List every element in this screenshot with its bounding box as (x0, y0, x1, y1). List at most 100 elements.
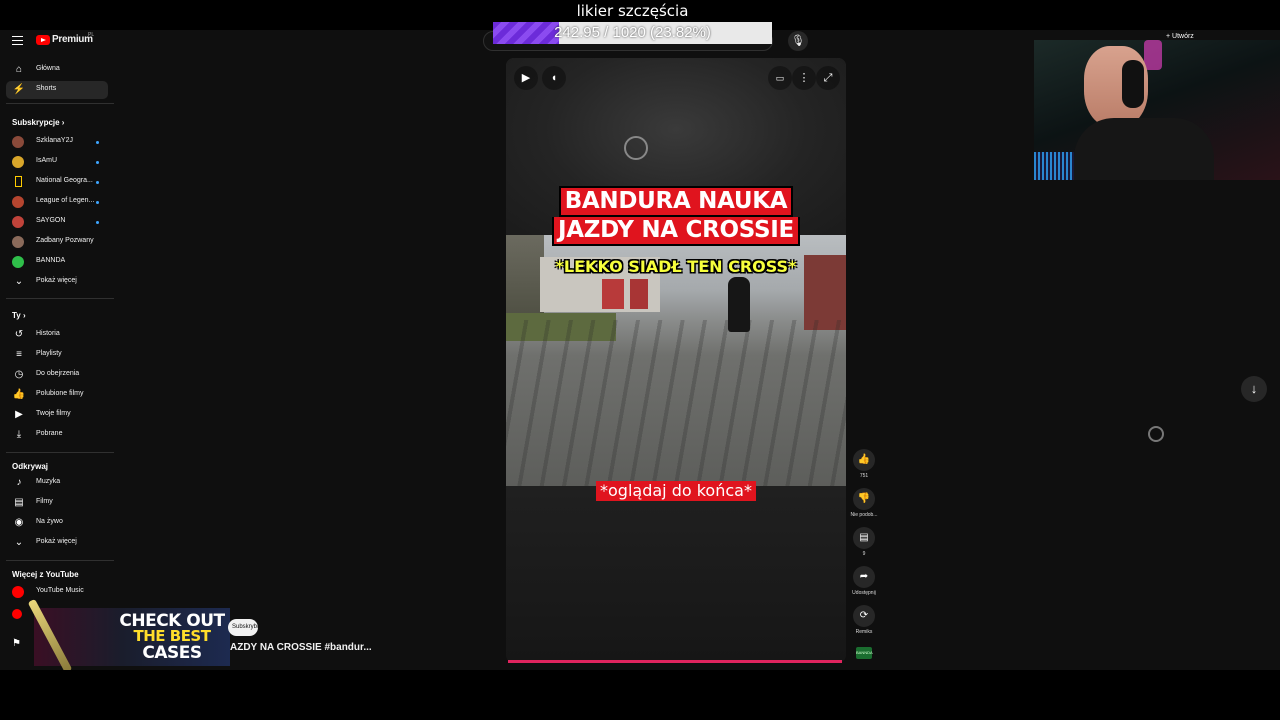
sidebar-item-label: Główna (36, 65, 60, 72)
headset (1122, 60, 1144, 108)
volume-icon[interactable]: ◖ (542, 66, 566, 90)
sidebar-item[interactable]: YouTube Music (6, 583, 108, 601)
dislike-button[interactable]: 👎 Nie podob... (848, 488, 880, 518)
rgb-light (1144, 40, 1162, 70)
channel-name: Zadbany Pozwany (36, 237, 94, 244)
sidebar-item-label: Do obejrzenia (36, 370, 80, 377)
sidebar: ⌂ Główna ⚡ Shorts Subskrypcje › SzklanaY… (0, 52, 116, 670)
report-flag-icon[interactable]: ⚑ (12, 638, 21, 649)
comment-icon: ▤ (853, 527, 875, 549)
bottom-letterbox (0, 670, 1280, 720)
you-heading[interactable]: Ty › (12, 311, 26, 320)
sidebar-subscription[interactable]: BANNDA (6, 253, 108, 271)
caption-yellow: *LEKKO SIADŁ TEN CROSS* (555, 257, 797, 276)
share-label: Udostępnij (852, 590, 876, 596)
goal-progress-bar: 242.95 / 1020 (23.82%) (493, 22, 772, 44)
comments-button[interactable]: ▤ 9 (848, 527, 880, 557)
channel-avatar (12, 236, 24, 248)
youtube-kids-icon[interactable] (12, 609, 22, 619)
new-content-dot (96, 181, 99, 184)
motorcycle-rider (728, 277, 750, 332)
caption-line-1: BANDURA NAUKA (558, 186, 794, 217)
sidebar-item-label: YouTube Music (36, 587, 84, 594)
sidebar-item-label: Pokaż więcej (36, 538, 77, 545)
sidebar-item[interactable]: ⚡ Shorts (6, 81, 108, 99)
more-options-icon[interactable]: ⋮ (792, 66, 816, 90)
sidebar-item[interactable]: ⌄ Pokaż więcej (6, 273, 108, 291)
create-button[interactable]: + Utwórz (1166, 33, 1194, 40)
subscribe-button[interactable]: Subskrybuj (228, 619, 258, 636)
sidebar-item[interactable]: ▶ Twoje filmy (6, 406, 108, 424)
downloads-icon: ⤓ (16, 429, 22, 440)
sidebar-item[interactable]: ◉ Na żywo (6, 514, 108, 532)
streamer-body (1074, 118, 1214, 180)
channel-name: SzklanaY2J (36, 137, 73, 144)
channel-avatar (12, 196, 24, 208)
sidebar-subscription[interactable]: SAYGON (6, 213, 108, 231)
remix-icon: ⟳ (853, 605, 875, 627)
loading-spinner-icon (1148, 426, 1164, 442)
sidebar-item[interactable]: ⌂ Główna (6, 61, 108, 79)
sidebar-subscription[interactable]: National Geogra... (6, 173, 108, 191)
caption-bottom: *oglądaj do końca* (596, 481, 756, 501)
goal-title: likier szczęścia (576, 2, 689, 20)
video-title[interactable]: AZDY NA CROSSIE #bandur... (230, 642, 372, 653)
sidebar-subscription[interactable]: League of Legen... (6, 193, 108, 211)
channel-avatar (12, 256, 24, 268)
sidebar-item-label: Shorts (36, 85, 57, 92)
subscriptions-heading[interactable]: Subskrypcje › (12, 118, 64, 127)
voice-search-button[interactable]: 🎙 (788, 31, 808, 51)
sidebar-subscription[interactable]: SzklanaY2J (6, 133, 108, 151)
sidebar-item[interactable]: ▤ Filmy (6, 494, 108, 512)
sidebar-item[interactable]: 👍 Polubione filmy (6, 386, 108, 404)
garage-door (602, 279, 624, 309)
menu-icon[interactable] (12, 36, 23, 45)
sidebar-subscription[interactable]: IsAmU (6, 153, 108, 171)
music-icon: ♪ (16, 477, 22, 488)
caption-title: BANDURA NAUKA JAZDY NA CROSSIE (506, 186, 846, 246)
channel-name: SAYGON (36, 217, 66, 224)
screen: Premium PL 🎙 + Utwórz likier szczęścia 2… (0, 0, 1280, 720)
watch-later-icon: ◷ (14, 369, 24, 380)
sidebar-item-label: Historia (36, 330, 60, 337)
sidebar-item[interactable]: ⌄ Pokaż więcej (6, 534, 108, 552)
divider (6, 103, 114, 104)
youtube-logo-icon[interactable] (36, 35, 50, 45)
captions-icon[interactable]: ▭ (768, 66, 792, 90)
history-icon: ↺ (14, 329, 24, 340)
movies-icon: ▤ (14, 497, 24, 508)
next-video-arrow-icon[interactable]: ↓ (1241, 376, 1267, 402)
sidebar-item-label: Polubione filmy (36, 390, 84, 397)
like-button[interactable]: 👍 751 (848, 449, 880, 479)
natgeo-logo-icon (15, 176, 22, 187)
video-progress-bar[interactable] (508, 660, 842, 663)
road-tracks (506, 320, 846, 486)
caption-bottom-box: *oglądaj do końca* (506, 481, 846, 501)
promo-line-3: CASES (142, 643, 202, 663)
sidebar-subscription[interactable]: Zadbany Pozwany (6, 233, 108, 251)
thumbs-up-icon: 👍 (853, 449, 875, 471)
sidebar-item-label: Playlisty (36, 350, 62, 357)
share-icon: ➦ (853, 566, 875, 588)
fullscreen-icon[interactable]: ⤢ (816, 66, 840, 90)
share-button[interactable]: ➦ Udostępnij (848, 566, 880, 596)
sidebar-item[interactable]: ♪ Muzyka (6, 474, 108, 492)
keyboard (1034, 152, 1074, 180)
new-content-dot (96, 161, 99, 164)
logo-text[interactable]: Premium (52, 34, 93, 45)
divider (6, 560, 114, 561)
streamer-webcam (1034, 40, 1280, 180)
sidebar-item[interactable]: ≡ Playlisty (6, 346, 108, 364)
short-video-player[interactable]: ▶ ◖ ▭ ⋮ ⤢ BANDURA NAUKA JAZDY NA CROSSIE… (506, 58, 846, 663)
new-content-dot (96, 201, 99, 204)
sidebar-item[interactable]: ↺ Historia (6, 326, 108, 344)
sidebar-item[interactable]: ◷ Do obejrzenia (6, 366, 108, 384)
channel-avatar (12, 156, 24, 168)
home-icon: ⌂ (15, 64, 23, 75)
remix-button[interactable]: ⟳ Remiks (848, 605, 880, 635)
dislike-label: Nie podob... (850, 512, 878, 518)
sidebar-item[interactable]: ⤓ Pobrane (6, 426, 108, 444)
sound-thumbnail[interactable]: BANNDA (856, 647, 873, 659)
remix-label: Remiks (855, 629, 873, 635)
play-icon[interactable]: ▶ (514, 66, 538, 90)
